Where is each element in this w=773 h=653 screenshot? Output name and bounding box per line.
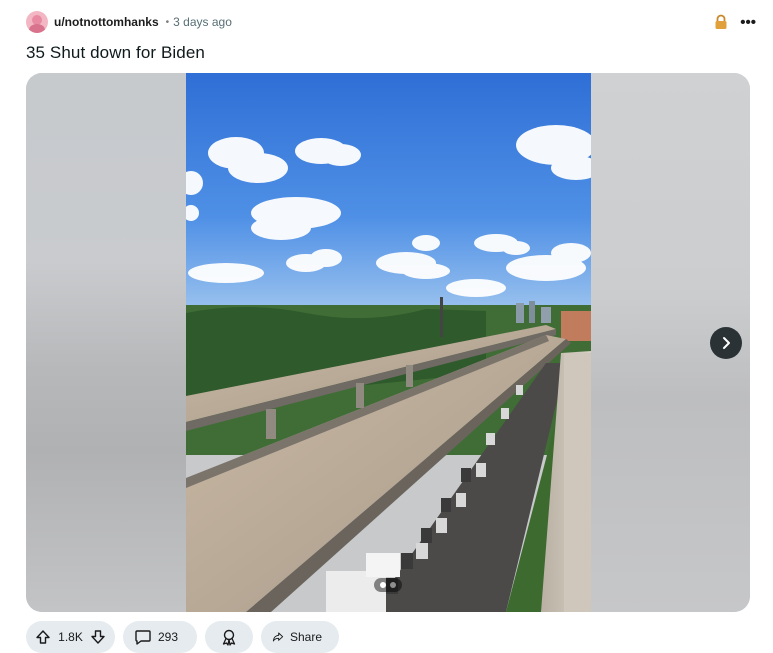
more-options-icon[interactable]: ••• — [740, 15, 756, 30]
comment-count: 293 — [158, 630, 179, 644]
chevron-right-icon — [723, 337, 730, 349]
media-blur-left — [26, 73, 186, 612]
author-link[interactable]: u/notnottomhanks — [54, 15, 159, 29]
upvote-icon[interactable] — [35, 629, 51, 645]
action-bar: 1.8K 293 Share — [26, 621, 339, 653]
award-button[interactable] — [205, 621, 253, 653]
vote-control: 1.8K — [26, 621, 115, 653]
share-icon — [272, 632, 284, 642]
media-gallery[interactable] — [26, 73, 750, 612]
award-icon — [222, 629, 236, 646]
vote-count: 1.8K — [58, 630, 83, 644]
lock-icon — [714, 14, 728, 30]
gallery-image[interactable] — [186, 73, 591, 612]
post-header: u/notnottomhanks • 3 days ago ••• — [26, 10, 756, 34]
comment-icon — [135, 630, 151, 645]
share-label: Share — [289, 630, 322, 644]
separator: • — [165, 16, 170, 28]
carousel-dot[interactable] — [390, 582, 396, 588]
avatar[interactable] — [26, 11, 48, 33]
next-slide-button[interactable] — [710, 327, 742, 359]
downvote-icon[interactable] — [90, 629, 106, 645]
share-button[interactable]: Share — [261, 621, 339, 653]
post-timestamp: 3 days ago — [173, 15, 232, 29]
comments-button[interactable]: 293 — [123, 621, 197, 653]
post-title[interactable]: 35 Shut down for Biden — [26, 43, 205, 63]
post-card: u/notnottomhanks • 3 days ago ••• 35 Shu… — [0, 0, 773, 653]
carousel-dot-active[interactable] — [380, 582, 386, 588]
carousel-indicator — [374, 578, 402, 592]
